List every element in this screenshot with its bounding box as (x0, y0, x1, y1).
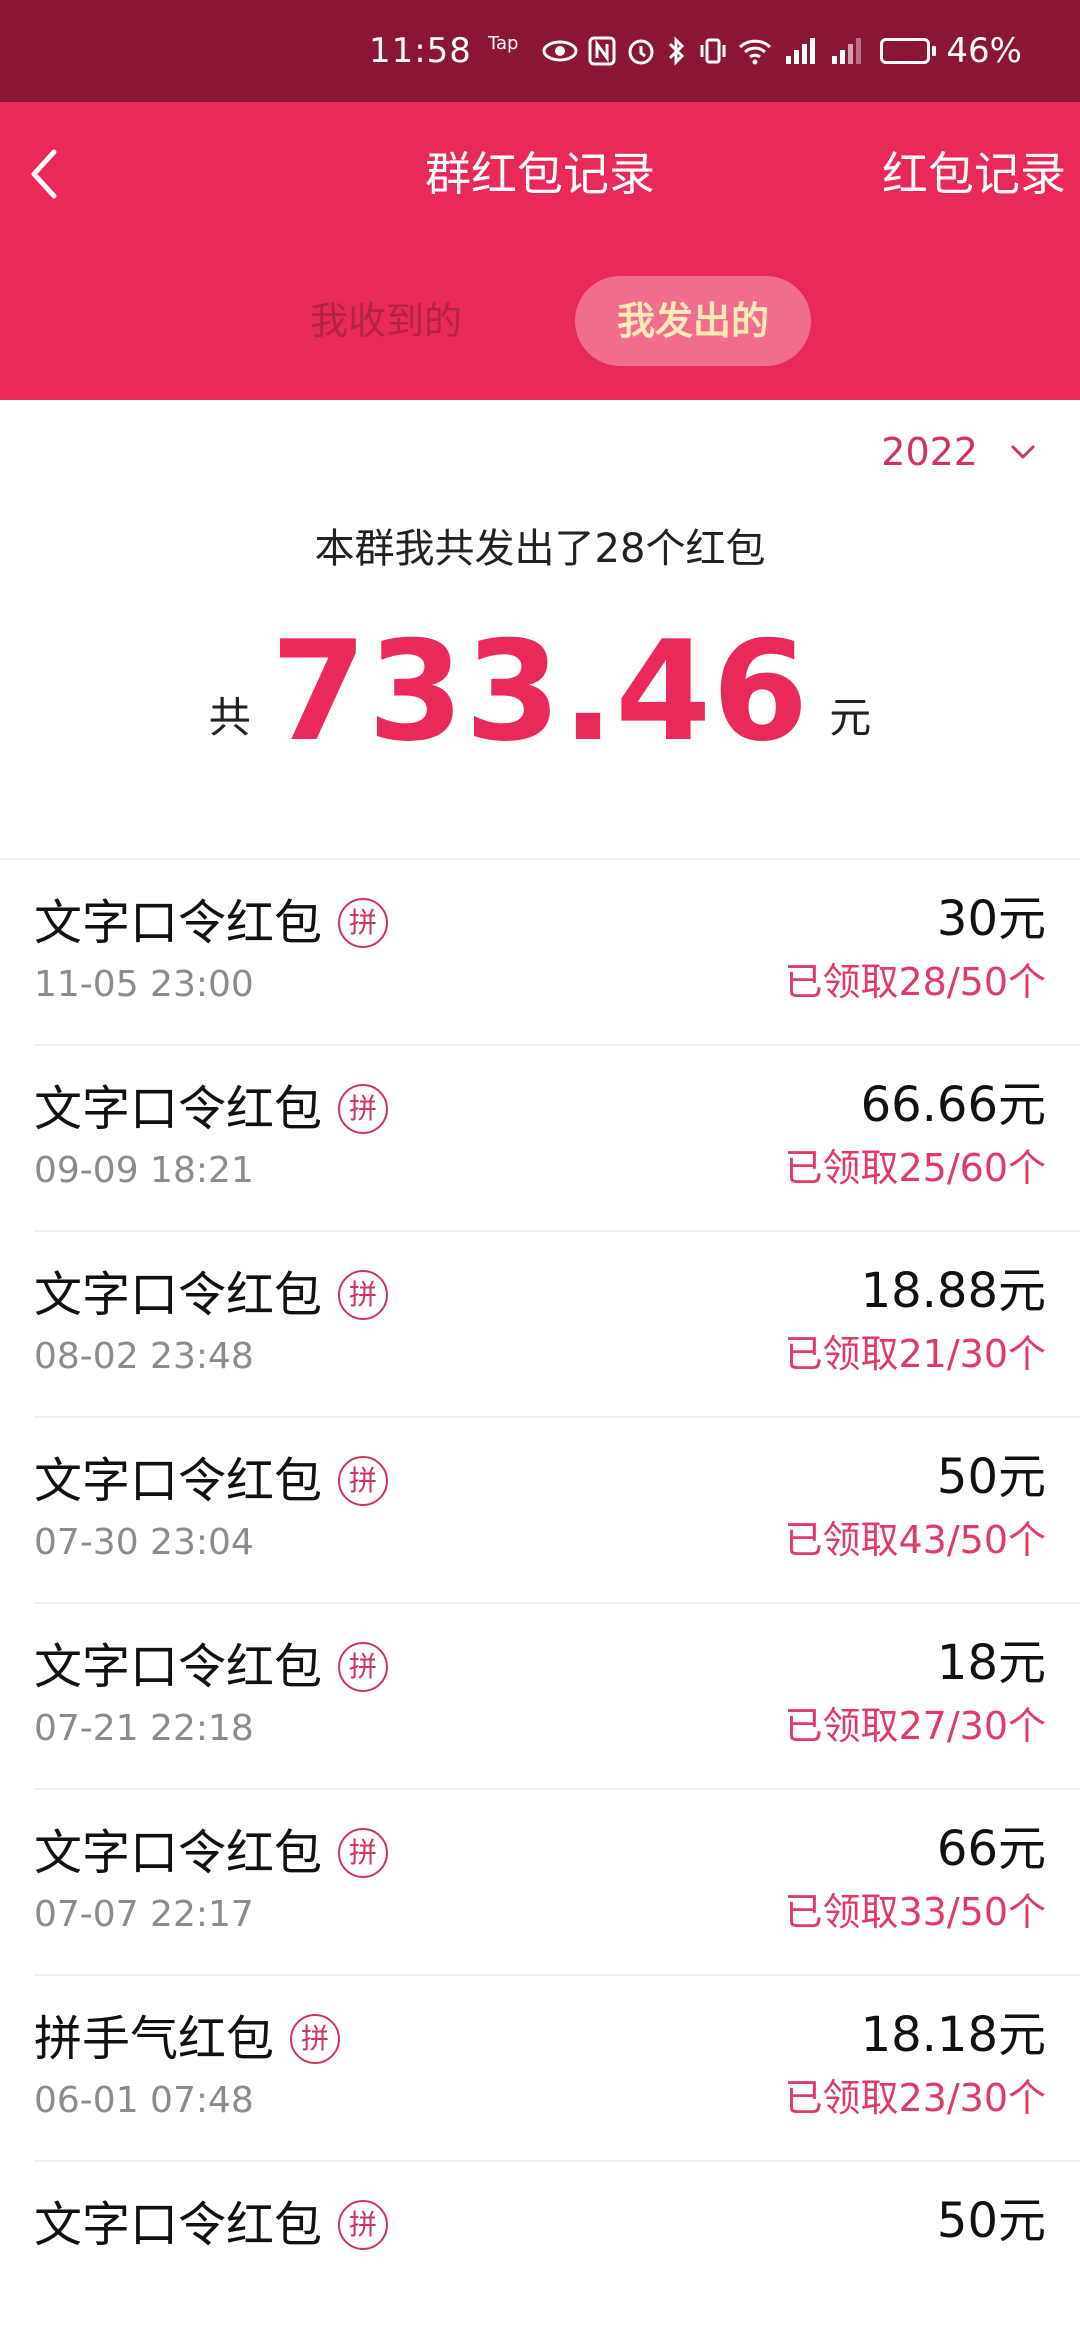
list-item[interactable]: 文字口令红包拼 08-02 23:48 18.88元 已领取21/30个 (0, 1232, 1080, 1418)
pin-badge-icon: 拼 (338, 1642, 389, 1692)
signal-icon-2 (832, 38, 862, 64)
record-name: 文字口令红包 (34, 1453, 323, 1509)
record-amount: 30元 (936, 891, 1046, 947)
list-item[interactable]: 文字口令红包拼 07-30 23:04 50元 已领取43/50个 (0, 1418, 1080, 1604)
total-value: 733.46 (270, 611, 810, 772)
record-date: 07-07 22:17 (34, 1894, 254, 1935)
record-amount: 66.66元 (860, 1077, 1046, 1133)
record-name: 文字口令红包 (34, 895, 323, 951)
record-claimed: 已领取27/30个 (784, 1704, 1046, 1748)
total-suffix: 元 (829, 693, 872, 742)
nfc-icon (588, 36, 616, 66)
battery-icon (880, 38, 937, 64)
wifi-icon (739, 39, 772, 65)
battery-percent: 46% (946, 31, 1022, 71)
signal-icon (786, 38, 816, 64)
eye-icon (542, 40, 578, 62)
record-amount: 50元 (936, 1449, 1046, 1505)
record-claimed: 已领取43/50个 (784, 1518, 1046, 1562)
alarm-icon (628, 39, 654, 65)
tab-bar: 我收到的 我发出的 (0, 276, 1080, 366)
tab-received[interactable]: 我收到的 (296, 276, 476, 366)
pin-badge-icon: 拼 (338, 1828, 389, 1878)
list-item[interactable]: 拼手气红包拼 06-01 07:48 18.18元 已领取23/30个 (0, 1976, 1080, 2162)
redpacket-records-link[interactable]: 红包记录 (882, 142, 1066, 206)
bluetooth-icon (669, 36, 685, 66)
record-date: 06-01 07:48 (34, 2080, 254, 2121)
list-item[interactable]: 文字口令红包拼 07-21 22:18 18元 已领取27/30个 (0, 1604, 1080, 1790)
record-date: 11-05 23:00 (34, 964, 254, 1005)
records-list: 文字口令红包拼 11-05 23:00 30元 已领取28/50个 文字口令红包… (0, 860, 1080, 2348)
list-item[interactable]: 文字口令红包拼 07-07 22:17 66元 已领取33/50个 (0, 1790, 1080, 1976)
chevron-down-icon (1011, 445, 1035, 459)
year-value: 2022 (881, 430, 978, 474)
list-item[interactable]: 文字口令红包拼 50元 (0, 2162, 1080, 2348)
status-icons (542, 36, 864, 66)
record-claimed: 已领取23/30个 (784, 2076, 1046, 2120)
record-name: 文字口令红包 (34, 1267, 323, 1323)
record-name: 文字口令红包 (34, 1081, 323, 1137)
pin-badge-icon: 拼 (338, 1456, 389, 1506)
total-amount: 共 733.46 元 (0, 622, 1080, 762)
pin-badge-icon: 拼 (338, 1084, 389, 1134)
record-name: 拼手气红包 (34, 2011, 275, 2067)
record-claimed: 已领取21/30个 (784, 1332, 1046, 1376)
record-amount: 18元 (936, 1635, 1046, 1691)
tab-sent[interactable]: 我发出的 (575, 276, 811, 366)
record-date: 07-30 23:04 (34, 1522, 254, 1563)
record-date: 07-21 22:18 (34, 1708, 254, 1749)
vibrate-icon (700, 38, 726, 64)
record-amount: 66元 (936, 1821, 1046, 1877)
record-amount: 50元 (936, 2193, 1046, 2249)
record-date: 08-02 23:48 (34, 1336, 254, 1377)
pin-badge-icon: 拼 (338, 1270, 389, 1320)
pin-badge-icon: 拼 (290, 2014, 341, 2064)
record-claimed: 已领取28/50个 (784, 960, 1046, 1004)
status-bar: 11:58 Tap 46% (0, 0, 1080, 102)
year-selector[interactable]: 2022 (881, 430, 1036, 474)
summary-text: 本群我共发出了28个红包 (314, 526, 766, 572)
pin-badge-icon: 拼 (338, 2200, 389, 2250)
pin-badge-icon: 拼 (338, 898, 389, 948)
status-time: 11:58 (368, 31, 472, 71)
record-name: 文字口令红包 (34, 2197, 323, 2253)
total-prefix: 共 (208, 693, 251, 742)
record-amount: 18.88元 (860, 1263, 1046, 1319)
record-claimed: 已领取33/50个 (784, 1890, 1046, 1934)
record-amount: 18.18元 (860, 2007, 1046, 2063)
record-claimed: 已领取25/60个 (784, 1146, 1046, 1190)
record-name: 文字口令红包 (34, 1639, 323, 1695)
tap-indicator: Tap (487, 32, 519, 54)
list-item[interactable]: 文字口令红包拼 11-05 23:00 30元 已领取28/50个 (0, 860, 1080, 1046)
record-date: 09-09 18:21 (34, 1150, 254, 1191)
record-name: 文字口令红包 (34, 1825, 323, 1881)
list-item[interactable]: 文字口令红包拼 09-09 18:21 66.66元 已领取25/60个 (0, 1046, 1080, 1232)
